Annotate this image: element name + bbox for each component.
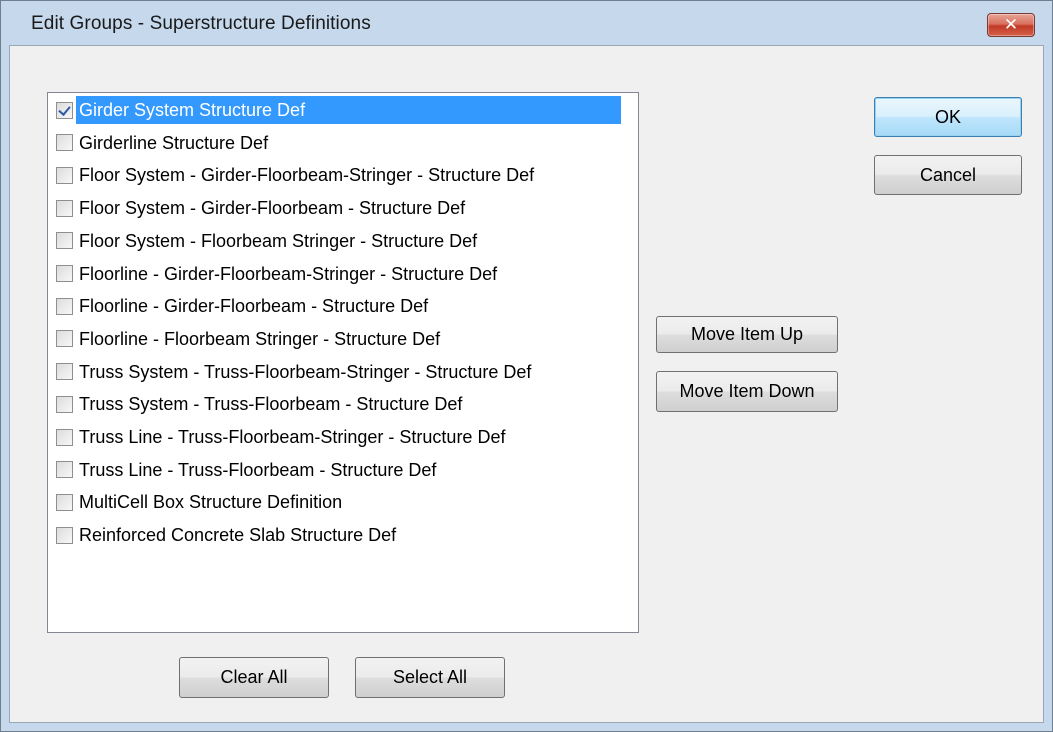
- list-item[interactable]: Girderline Structure Def: [52, 128, 636, 158]
- list-item[interactable]: Truss Line - Truss-Floorbeam - Structure…: [52, 455, 636, 485]
- list-item[interactable]: MultiCell Box Structure Definition: [52, 487, 636, 517]
- checkbox-unchecked[interactable]: [56, 265, 73, 282]
- checkbox-unchecked[interactable]: [56, 363, 73, 381]
- title-bar[interactable]: Edit Groups - Superstructure Definitions…: [1, 1, 1052, 45]
- checkbox-unchecked[interactable]: [56, 297, 73, 315]
- list-item-label: Truss Line - Truss-Floorbeam-Stringer - …: [79, 427, 506, 447]
- list-item[interactable]: Truss System - Truss-Floorbeam - Structu…: [52, 389, 636, 419]
- checkbox-checked[interactable]: [56, 101, 73, 119]
- dialog-client-area: Girder System Structure Def Girderline St…: [9, 45, 1044, 723]
- list-item-label: Girderline Structure Def: [79, 132, 269, 153]
- checkbox-unchecked[interactable]: [56, 134, 73, 152]
- list-item-label: Floorline - Floorbeam Stringer - Structu…: [79, 328, 441, 349]
- list-item-label: MultiCell Box Structure Definition: [79, 492, 343, 513]
- list-item-label: Truss Line - Truss-Floorbeam - Structure…: [79, 459, 437, 480]
- checkbox-unchecked[interactable]: [56, 330, 73, 348]
- structure-definitions-checklist[interactable]: Girder System Structure Def Girderline St…: [47, 92, 639, 633]
- checkbox-unchecked[interactable]: [56, 493, 73, 511]
- list-item[interactable]: Floor System - Floorbeam Stringer - Stru…: [52, 226, 636, 256]
- list-item[interactable]: Floorline - Girder-Floorbeam - Structure…: [52, 291, 636, 321]
- select-all-button[interactable]: Select All: [355, 657, 505, 698]
- move-item-up-button[interactable]: Move Item Up: [656, 316, 838, 353]
- checkbox-unchecked[interactable]: [56, 166, 73, 184]
- dialog-window: Edit Groups - Superstructure Definitions…: [0, 0, 1053, 732]
- list-item[interactable]: Girder System Structure Def: [52, 95, 636, 125]
- list-item[interactable]: Floor System - Girder-Floorbeam - Struct…: [52, 193, 636, 223]
- list-item[interactable]: Floorline - Girder-Floorbeam-Stringer - …: [52, 259, 636, 289]
- list-item[interactable]: Truss Line - Truss-Floorbeam-Stringer - …: [52, 422, 636, 452]
- checkbox-unchecked[interactable]: [56, 199, 73, 217]
- close-button[interactable]: ✕: [987, 13, 1035, 37]
- close-icon: ✕: [1003, 15, 1019, 35]
- list-item-label: Girder System Structure Def: [76, 96, 621, 124]
- checkbox-unchecked[interactable]: [56, 395, 73, 413]
- clear-all-button[interactable]: Clear All: [179, 657, 329, 698]
- cancel-button[interactable]: Cancel: [874, 155, 1022, 195]
- list-item[interactable]: Floorline - Floorbeam Stringer - Structu…: [52, 324, 636, 354]
- checkbox-unchecked[interactable]: [56, 526, 73, 544]
- window-title: Edit Groups - Superstructure Definitions: [31, 13, 371, 34]
- list-item[interactable]: Truss System - Truss-Floorbeam-Stringer …: [52, 357, 636, 387]
- checkbox-unchecked[interactable]: [56, 232, 73, 250]
- list-item-label: Truss System - Truss-Floorbeam-Stringer …: [79, 361, 532, 382]
- list-item-label: Floor System - Girder-Floorbeam-Stringer…: [79, 165, 535, 186]
- list-item-label: Floorline - Girder-Floorbeam - Structure…: [79, 296, 429, 317]
- move-item-down-button[interactable]: Move Item Down: [656, 371, 838, 412]
- list-item-label: Truss System - Truss-Floorbeam - Structu…: [79, 394, 463, 415]
- list-item-label: Reinforced Concrete Slab Structure Def: [79, 525, 397, 546]
- ok-button[interactable]: OK: [874, 97, 1022, 137]
- list-item-label: Floor System - Girder-Floorbeam - Struct…: [79, 198, 466, 219]
- checkbox-unchecked[interactable]: [56, 461, 73, 479]
- checkbox-unchecked[interactable]: [56, 428, 73, 446]
- list-item-label: Floor System - Floorbeam Stringer - Stru…: [79, 230, 478, 251]
- list-item-label: Floorline - Girder-Floorbeam-Stringer - …: [79, 263, 498, 284]
- list-item[interactable]: Floor System - Girder-Floorbeam-Stringer…: [52, 160, 636, 190]
- list-item[interactable]: Reinforced Concrete Slab Structure Def: [52, 520, 636, 550]
